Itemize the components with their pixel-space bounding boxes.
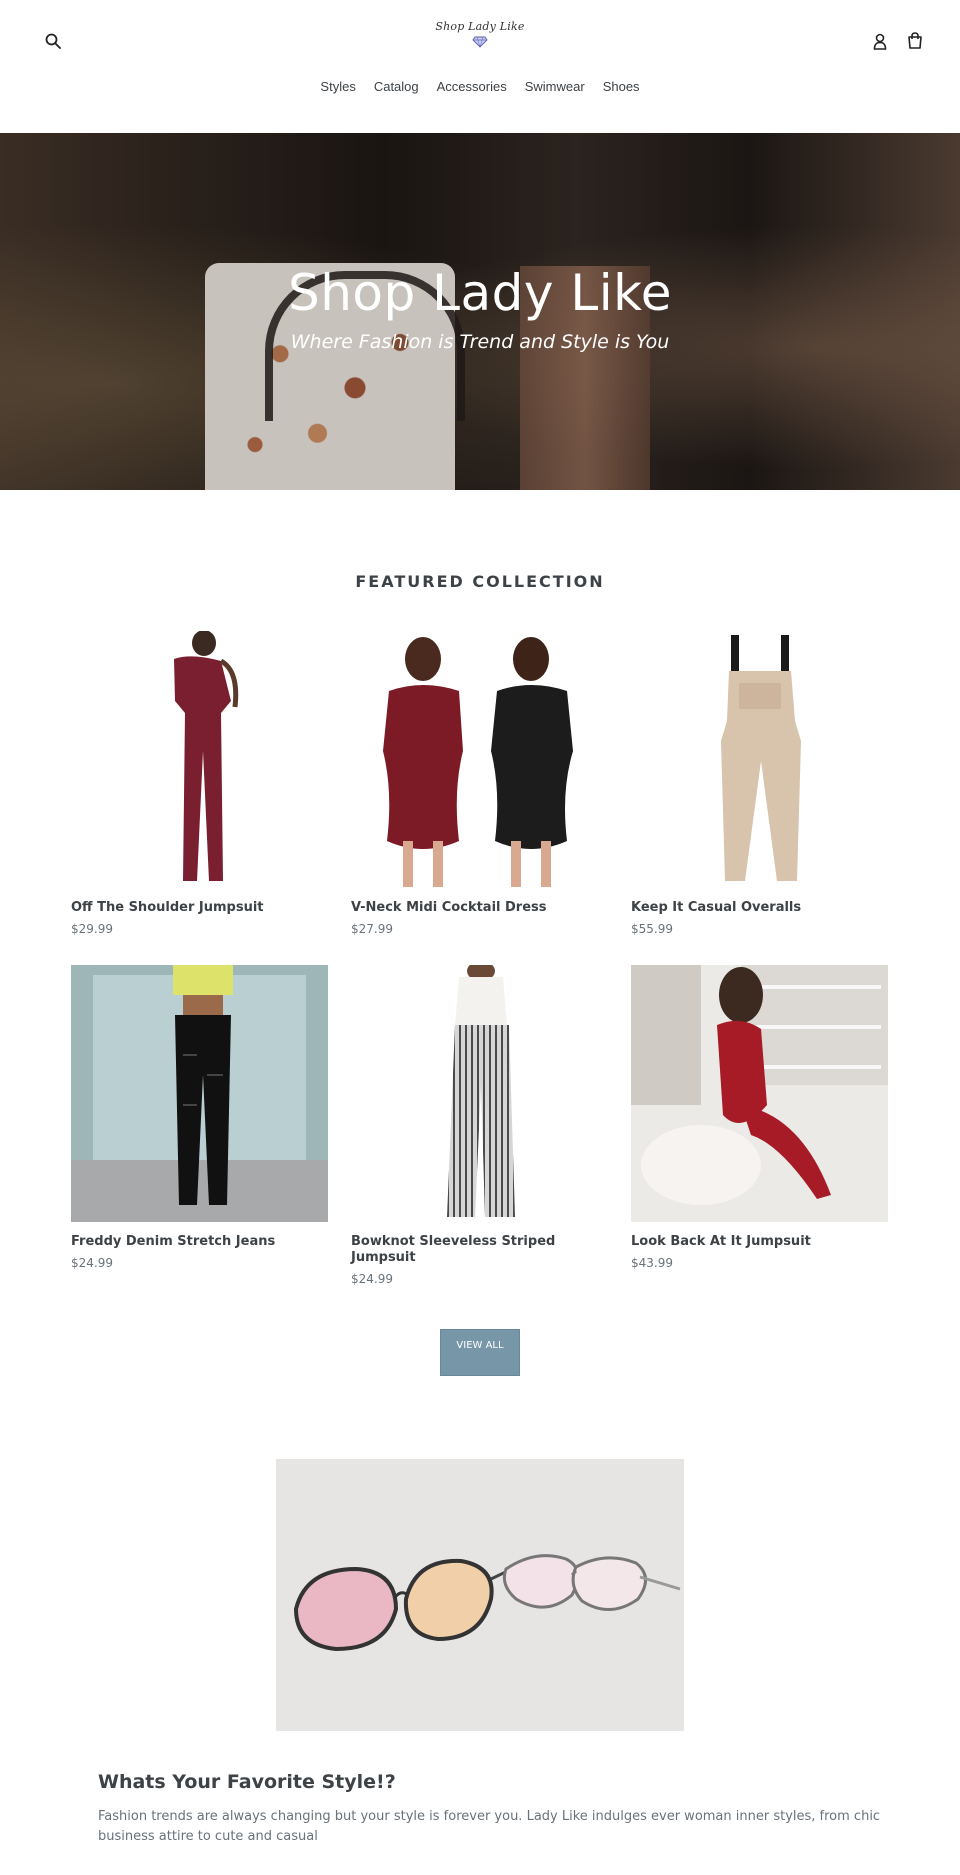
product-card[interactable]: Keep It Casual Overalls $55.99	[631, 631, 888, 936]
diamond-icon	[472, 36, 488, 48]
account-button[interactable]	[868, 28, 892, 54]
hero-subtitle: Where Fashion is Trend and Style is You	[290, 331, 670, 353]
cart-button[interactable]	[903, 27, 927, 53]
account-icon	[873, 33, 887, 50]
product-card[interactable]: Freddy Denim Stretch Jeans $24.99	[71, 965, 328, 1270]
site-header: Shop Lady Like Styles Catalog Accessorie…	[0, 0, 960, 133]
image-with-text-body: Fashion trends are always changing but y…	[98, 1809, 881, 1844]
product-card[interactable]: V-Neck Midi Cocktail Dress $27.99	[351, 631, 608, 936]
product-image[interactable]	[631, 631, 888, 888]
main-nav: Styles Catalog Accessories Swimwear Shoe…	[0, 76, 960, 97]
image-with-text-image	[276, 1459, 684, 1731]
product-image-striped-jumpsuit	[351, 965, 608, 1222]
image-with-text-title: Whats Your Favorite Style!?	[98, 1771, 396, 1793]
site-logo[interactable]: Shop Lady Like	[430, 20, 530, 58]
featured-collection-title: FEATURED COLLECTION	[355, 572, 605, 591]
product-image-overalls	[631, 631, 888, 888]
product-price: $29.99	[71, 922, 113, 936]
product-name[interactable]: Look Back At It Jumpsuit	[631, 1234, 888, 1250]
search-button[interactable]	[40, 28, 66, 54]
nav-catalog[interactable]: Catalog	[365, 76, 428, 97]
product-image-jumpsuit	[71, 631, 328, 888]
product-image[interactable]	[351, 631, 608, 888]
view-all-button[interactable]: VIEW ALL	[440, 1329, 520, 1376]
sunglasses-image	[276, 1459, 684, 1731]
product-image-dresses	[351, 631, 608, 888]
product-name[interactable]: V-Neck Midi Cocktail Dress	[351, 900, 608, 916]
product-name[interactable]: Keep It Casual Overalls	[631, 900, 888, 916]
product-image[interactable]	[631, 965, 888, 1222]
product-card[interactable]: Look Back At It Jumpsuit $43.99	[631, 965, 888, 1270]
nav-shoes[interactable]: Shoes	[594, 76, 649, 97]
product-image[interactable]	[71, 965, 328, 1222]
cart-icon	[908, 31, 922, 49]
product-price: $55.99	[631, 922, 673, 936]
product-price: $24.99	[71, 1256, 113, 1270]
product-name[interactable]: Freddy Denim Stretch Jeans	[71, 1234, 328, 1250]
search-icon	[45, 33, 61, 49]
nav-swimwear[interactable]: Swimwear	[516, 76, 594, 97]
product-name[interactable]: Bowknot Sleeveless Striped Jumpsuit	[351, 1234, 608, 1266]
product-image-red-jumpsuit	[631, 965, 888, 1222]
hero-title: Shop Lady Like	[287, 264, 673, 322]
nav-styles[interactable]: Styles	[311, 76, 364, 97]
logo-text: Shop Lady Like	[435, 20, 525, 33]
nav-accessories[interactable]: Accessories	[428, 76, 516, 97]
product-card[interactable]: Off The Shoulder Jumpsuit $29.99	[71, 631, 328, 936]
product-price: $27.99	[351, 922, 393, 936]
product-price: $43.99	[631, 1256, 673, 1270]
product-card[interactable]: Bowknot Sleeveless Striped Jumpsuit $24.…	[351, 965, 608, 1286]
product-price: $24.99	[351, 1272, 393, 1286]
product-name[interactable]: Off The Shoulder Jumpsuit	[71, 900, 328, 916]
product-image[interactable]	[351, 965, 608, 1222]
product-image[interactable]	[71, 631, 328, 888]
product-image-jeans	[71, 965, 328, 1222]
